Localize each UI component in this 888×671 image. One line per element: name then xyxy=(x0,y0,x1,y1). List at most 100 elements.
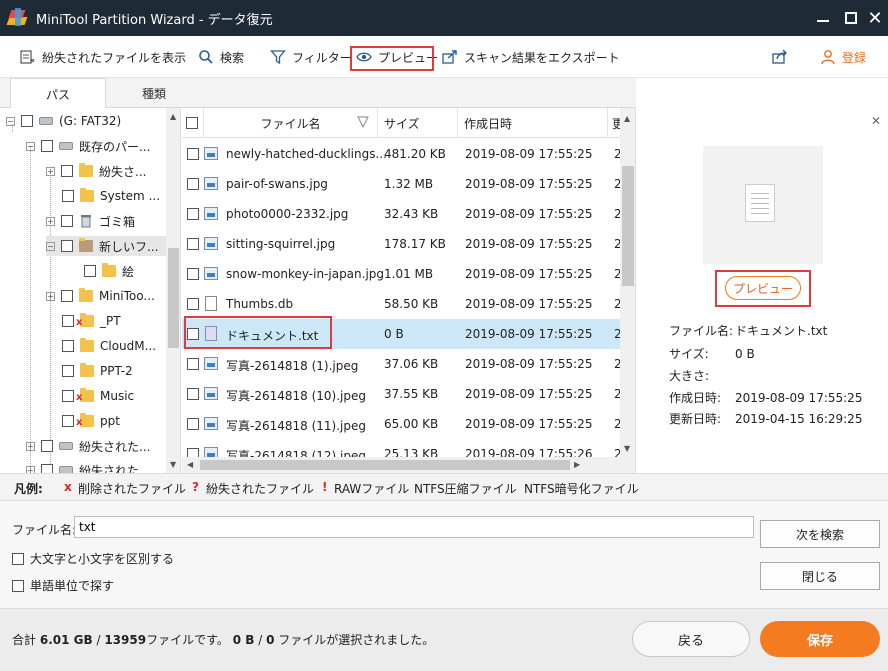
file-row[interactable]: 写真-2614818 (11).jpeg 65.00 KB 2019-08-09… xyxy=(182,409,622,439)
tree-item-lost-partition-1[interactable]: + 紛失された... xyxy=(26,436,150,456)
header-size[interactable]: サイズ xyxy=(378,108,458,138)
tree-scroll-thumb[interactable] xyxy=(168,248,179,348)
file-checkbox[interactable] xyxy=(187,208,199,220)
file-row[interactable]: photo0000-2332.jpg 32.43 KB 2019-08-09 1… xyxy=(182,199,622,229)
file-checkbox[interactable] xyxy=(187,238,199,250)
scroll-up-icon[interactable]: ▲ xyxy=(170,112,176,121)
filter-button[interactable]: フィルター xyxy=(270,44,352,70)
header-created[interactable]: 作成日時 xyxy=(458,108,608,138)
file-row[interactable]: sitting-squirrel.jpg 178.17 KB 2019-08-0… xyxy=(182,229,622,259)
tree-item-new-folder[interactable]: − 新しいフ... xyxy=(46,236,166,256)
tree-checkbox[interactable] xyxy=(62,390,74,402)
expand-icon[interactable]: + xyxy=(46,166,55,176)
tree-item-label: ゴミ箱 xyxy=(99,214,136,229)
search-input[interactable] xyxy=(74,516,754,538)
scroll-left-icon[interactable]: ◀ xyxy=(187,460,193,469)
tab-path[interactable]: パス xyxy=(10,78,106,109)
file-list-vscroll-thumb[interactable] xyxy=(622,166,634,286)
tree-item-existing-partition[interactable]: − 既存のパー... xyxy=(26,136,150,156)
close-button[interactable]: ✕ xyxy=(858,0,888,36)
tree-item-recycle-bin[interactable]: + ゴミ箱 xyxy=(46,211,135,231)
tree-item-ppt[interactable]: x ppt xyxy=(62,411,120,431)
tree-checkbox[interactable] xyxy=(84,265,96,277)
preview-button-highlight xyxy=(715,270,811,307)
file-row[interactable]: snow-monkey-in-japan.jpg 1.01 MB 2019-08… xyxy=(182,259,622,289)
tree-checkbox[interactable] xyxy=(41,140,53,152)
tree-scrollbar[interactable]: ▲ ▼ xyxy=(166,108,180,473)
file-created: 2019-08-09 17:55:25 xyxy=(465,417,593,431)
tree-checkbox[interactable] xyxy=(41,464,53,473)
scroll-up-icon[interactable]: ▲ xyxy=(624,114,630,123)
back-button[interactable]: 戻る xyxy=(632,621,750,657)
file-checkbox[interactable] xyxy=(187,298,199,310)
tree-checkbox[interactable] xyxy=(61,290,73,302)
tree-checkbox[interactable] xyxy=(62,315,74,327)
save-button[interactable]: 保存 xyxy=(760,621,880,657)
close-search-button[interactable]: 閉じる xyxy=(760,562,880,590)
select-all-checkbox[interactable] xyxy=(186,117,198,129)
match-case-checkbox[interactable] xyxy=(12,552,24,565)
tree-item-lost-partition-2[interactable]: + 紛失された... xyxy=(26,460,150,473)
file-checkbox[interactable] xyxy=(187,268,199,280)
match-case-option[interactable]: 大文字と小文字を区別する xyxy=(12,550,174,567)
tree-item-cloudm[interactable]: CloudM... xyxy=(62,336,156,356)
file-checkbox[interactable] xyxy=(187,178,199,190)
file-checkbox[interactable] xyxy=(187,358,199,370)
scroll-down-icon[interactable]: ▼ xyxy=(624,444,630,453)
tree-checkbox[interactable] xyxy=(61,215,73,227)
collapse-icon[interactable]: − xyxy=(6,116,15,126)
share-button[interactable] xyxy=(772,44,794,70)
share-icon xyxy=(772,49,787,64)
file-list-vscrollbar[interactable]: ▲ ▼ xyxy=(620,108,635,457)
scroll-down-icon[interactable]: ▼ xyxy=(170,460,176,469)
search-button[interactable]: 検索 xyxy=(198,44,244,70)
whole-word-checkbox[interactable] xyxy=(12,579,24,592)
tree-item-pt[interactable]: x _PT xyxy=(62,311,121,331)
find-next-button[interactable]: 次を検索 xyxy=(760,520,880,548)
expand-icon[interactable]: + xyxy=(46,216,55,226)
tree-checkbox[interactable] xyxy=(62,365,74,377)
legend-lost: 紛失されたファイル xyxy=(206,482,315,496)
collapse-icon[interactable]: − xyxy=(26,141,35,151)
scroll-right-icon[interactable]: ▶ xyxy=(574,460,580,469)
user-icon xyxy=(821,50,835,65)
file-checkbox[interactable] xyxy=(187,388,199,400)
file-row[interactable]: newly-hatched-ducklings... 481.20 KB 201… xyxy=(182,139,622,169)
tree-checkbox[interactable] xyxy=(62,340,74,352)
collapse-icon[interactable]: − xyxy=(46,241,55,251)
close-preview-icon[interactable]: ✕ xyxy=(871,114,881,128)
register-button[interactable]: 登録 xyxy=(820,44,866,70)
file-list-hscrollbar[interactable]: ◀ ▶ xyxy=(182,457,635,473)
file-checkbox[interactable] xyxy=(187,418,199,430)
whole-word-option[interactable]: 単語単位で探す xyxy=(12,577,114,594)
expand-icon[interactable]: + xyxy=(46,291,55,301)
tree-item-picture[interactable]: 絵 xyxy=(84,261,134,281)
header-name[interactable]: ファイル名 xyxy=(204,108,378,138)
tree-checkbox[interactable] xyxy=(41,440,53,452)
tree-checkbox[interactable] xyxy=(62,190,74,202)
expand-icon[interactable]: + xyxy=(26,465,35,473)
file-row[interactable]: 写真-2614818 (1).jpeg 37.06 KB 2019-08-09 … xyxy=(182,349,622,379)
file-list-hscroll-thumb[interactable] xyxy=(200,460,570,470)
tree-item-system[interactable]: System ... xyxy=(62,186,160,206)
tree-checkbox[interactable] xyxy=(21,115,33,127)
tree-item-lost-folder[interactable]: + 紛失さ... xyxy=(46,161,146,181)
show-lost-files-button[interactable]: 紛失されたファイルを表示 xyxy=(20,44,186,70)
file-checkbox[interactable] xyxy=(187,448,199,457)
tab-type[interactable]: 種類 xyxy=(106,78,202,108)
tree-item-ppt2[interactable]: PPT-2 xyxy=(62,361,133,381)
file-row[interactable]: 写真-2614818 (12).jpeg 25.13 KB 2019-08-09… xyxy=(182,439,620,457)
tree-item-music[interactable]: x Music xyxy=(62,386,134,406)
file-row[interactable]: Thumbs.db 58.50 KB 2019-08-09 17:55:25 2 xyxy=(182,289,622,319)
file-checkbox[interactable] xyxy=(187,148,199,160)
tree-checkbox[interactable] xyxy=(61,240,73,252)
tree-checkbox[interactable] xyxy=(62,415,74,427)
header-name-label: ファイル名 xyxy=(260,116,321,131)
tree-checkbox[interactable] xyxy=(61,165,73,177)
tree-item-drive[interactable]: − (G: FAT32) xyxy=(6,111,121,131)
file-row[interactable]: pair-of-swans.jpg 1.32 MB 2019-08-09 17:… xyxy=(182,169,622,199)
expand-icon[interactable]: + xyxy=(26,441,35,451)
tree-item-minitool[interactable]: + MiniToo... xyxy=(46,286,155,306)
file-row[interactable]: 写真-2614818 (10).jpeg 37.55 KB 2019-08-09… xyxy=(182,379,622,409)
export-scan-button[interactable]: スキャン結果をエクスポート xyxy=(442,44,620,70)
